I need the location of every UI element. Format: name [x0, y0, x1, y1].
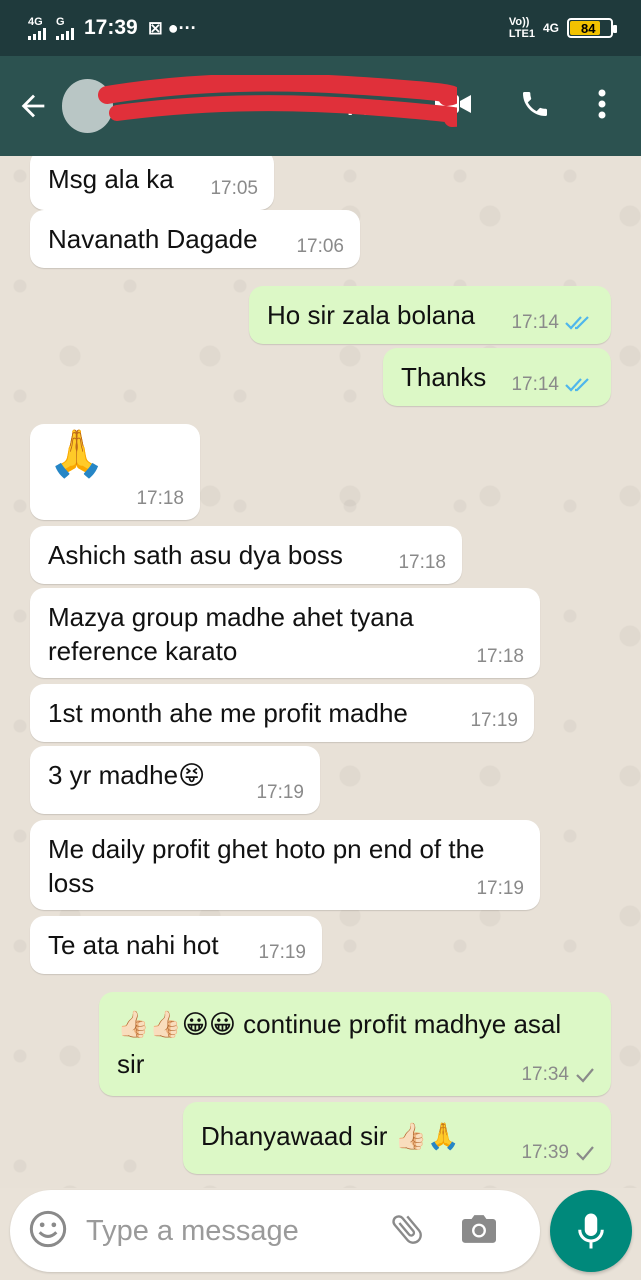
message-text: Ho sir zala bolana — [267, 300, 476, 330]
message-bubble-incoming[interactable]: Mazya group madhe ahet tyana reference k… — [30, 588, 540, 678]
message-time: 17:34 — [521, 1064, 569, 1085]
battery-level: 84 — [581, 20, 596, 36]
message-meta: 17:14 — [511, 312, 595, 334]
message-meta: 17:18 — [136, 488, 184, 510]
message-meta: 17:19 — [256, 782, 304, 804]
message-text: Me daily profit ghet hoto pn end of the … — [48, 834, 485, 898]
message-meta: 17:19 — [470, 710, 518, 732]
smiley-icon[interactable] — [28, 1209, 68, 1254]
message-text: Mazya group madhe ahet tyana reference k… — [48, 602, 414, 666]
chat-header: Pa — [0, 56, 641, 156]
message-meta: 17:18 — [398, 552, 446, 574]
network-g: G — [56, 15, 74, 40]
more-vertical-icon[interactable] — [597, 89, 607, 124]
signal-bars-icon — [28, 27, 46, 40]
message-text: 👍🏻👍🏻😀😀 continue profit madhye asal sir — [117, 1009, 562, 1079]
message-bubble-outgoing[interactable]: 👍🏻👍🏻😀😀 continue profit madhye asal sir 1… — [99, 992, 611, 1096]
microphone-icon — [578, 1213, 604, 1249]
network-type-label-2: G — [56, 15, 65, 28]
camera-icon[interactable] — [460, 1212, 498, 1251]
message-time: 17:06 — [296, 236, 344, 257]
message-time: 17:14 — [511, 312, 559, 333]
status-time: 17:39 — [84, 16, 138, 39]
message-time: 17:39 — [521, 1142, 569, 1163]
message-meta: 17:19 — [258, 942, 306, 964]
message-bubble-incoming[interactable]: Te ata nahi hot 17:19 — [30, 916, 322, 974]
message-time: 17:14 — [511, 374, 559, 395]
message-meta: 17:34 — [521, 1064, 595, 1086]
message-bubble-incoming[interactable]: Me daily profit ghet hoto pn end of the … — [30, 820, 540, 910]
message-time: 17:18 — [398, 552, 446, 573]
volte-label: Vo)) — [508, 16, 530, 28]
microphone-button[interactable] — [550, 1190, 632, 1272]
message-meta: 17:18 — [476, 646, 524, 668]
notification-icons: ⊠ ●··· — [147, 17, 197, 38]
message-bubble-incoming[interactable]: Msg ala ka 17:05 — [30, 156, 274, 210]
message-text: Msg ala ka — [48, 164, 174, 194]
single-check-icon — [576, 1068, 594, 1083]
contact-name[interactable]: Pa — [98, 75, 458, 127]
message-text: 🙏 — [48, 427, 106, 479]
chat-area[interactable]: Msg ala ka 17:05 Navanath Dagade 17:06 H… — [0, 156, 641, 1188]
message-meta: 17:14 — [511, 374, 595, 396]
signal-bars-icon-2 — [56, 27, 74, 40]
redaction-scribble — [98, 75, 458, 127]
message-bubble-incoming[interactable]: 1st month ahe me profit madhe 17:19 — [30, 684, 534, 742]
message-text: Dhanyawaad sir 👍🏻🙏 — [201, 1121, 460, 1151]
message-composer — [10, 1190, 540, 1272]
message-time: 17:19 — [256, 782, 304, 803]
status-right: Vo)) LTE1 4G 84 — [509, 16, 617, 40]
message-bubble-outgoing[interactable]: Thanks 17:14 — [383, 348, 611, 406]
message-time: 17:18 — [136, 488, 184, 509]
message-meta: 17:06 — [296, 236, 344, 258]
status-left: 4G G 17:39 ⊠ ●··· — [28, 16, 197, 40]
message-text: 1st month ahe me profit madhe — [48, 698, 408, 728]
message-time: 17:18 — [476, 646, 524, 667]
message-bubble-outgoing[interactable]: Dhanyawaad sir 👍🏻🙏 17:39 — [183, 1102, 611, 1174]
message-input[interactable] — [86, 1214, 376, 1248]
arrow-left-icon[interactable] — [6, 78, 60, 134]
network-type-label: 4G — [28, 15, 43, 28]
phone-icon[interactable] — [519, 88, 551, 125]
message-text: Navanath Dagade — [48, 224, 258, 254]
network-right-label: 4G — [542, 21, 559, 35]
volte-indicator: Vo)) LTE1 — [509, 16, 535, 40]
double-check-read-icon — [565, 316, 589, 330]
message-text: Thanks — [401, 362, 487, 392]
network-4g: 4G — [28, 15, 46, 40]
message-meta: 17:39 — [521, 1142, 595, 1164]
double-check-read-icon — [565, 378, 589, 392]
battery-icon: 84 — [567, 18, 617, 38]
status-bar: 4G G 17:39 ⊠ ●··· Vo)) LTE1 4G 84 — [0, 0, 641, 56]
message-bubble-outgoing[interactable]: Ho sir zala bolana 17:14 — [249, 286, 611, 344]
message-meta: 17:19 — [476, 878, 524, 900]
message-meta: 17:05 — [210, 178, 258, 200]
header-actions — [433, 88, 607, 125]
message-bubble-incoming[interactable]: Ashich sath asu dya boss 17:18 — [30, 526, 462, 584]
message-time: 17:19 — [476, 878, 524, 899]
message-text: Te ata nahi hot — [48, 930, 219, 960]
message-time: 17:19 — [470, 710, 518, 731]
paperclip-icon[interactable] — [388, 1210, 426, 1253]
lte-label: LTE1 — [508, 28, 535, 40]
message-bubble-incoming[interactable]: Navanath Dagade 17:06 — [30, 210, 360, 268]
message-time: 17:19 — [258, 942, 306, 963]
message-text: 3 yr madhe😝 — [48, 760, 206, 790]
message-time: 17:05 — [210, 178, 258, 199]
message-bubble-incoming[interactable]: 3 yr madhe😝 17:19 — [30, 746, 320, 814]
message-bubble-incoming[interactable]: 🙏 17:18 — [30, 424, 200, 520]
message-text: Ashich sath asu dya boss — [48, 540, 343, 570]
single-check-icon — [576, 1146, 594, 1161]
